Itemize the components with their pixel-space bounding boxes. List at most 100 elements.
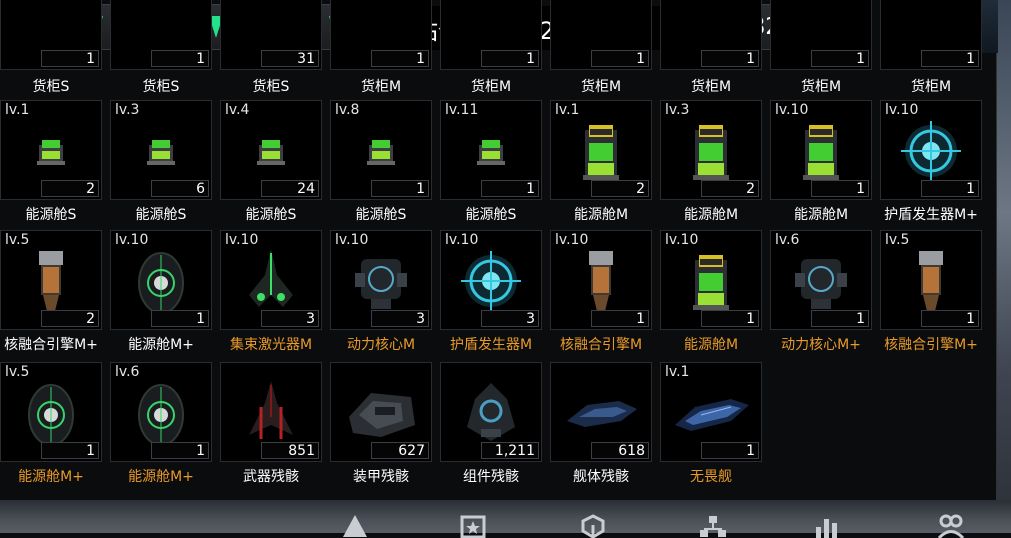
item-name: 货柜M [910, 79, 952, 95]
item-slot[interactable]: lv.1 1 [660, 362, 762, 462]
stats-icon[interactable] [812, 513, 842, 538]
item-count: 1 [701, 310, 759, 327]
item-count: 2 [591, 180, 649, 197]
item-name: 核融合引擎M+ [884, 337, 978, 353]
item-level: lv.8 [335, 102, 360, 118]
energy-pod-small-icon [37, 140, 65, 165]
item-name: 动力核心M [346, 337, 416, 353]
item-slot[interactable]: 1 [0, 0, 102, 70]
mission-icon[interactable] [458, 513, 488, 538]
item-slot[interactable]: 627 [330, 362, 432, 462]
item-count: 3 [261, 310, 319, 327]
item-count: 1 [151, 442, 209, 459]
item-level: lv.10 [775, 102, 809, 118]
weapon-debris-icon [249, 381, 293, 439]
item-name: 能源舱M+ [18, 469, 84, 485]
item-slot[interactable]: lv.10 1 [770, 100, 872, 200]
item-name: 能源舱M+ [128, 337, 194, 353]
item-slot[interactable]: 1 [110, 0, 212, 70]
energy-pod-plus-icon [138, 252, 184, 314]
item-name: 能源舱S [245, 207, 297, 223]
item-slot[interactable]: 1,211 [440, 362, 542, 462]
item-slot[interactable]: lv.5 1 [0, 362, 102, 462]
item-count: 627 [371, 442, 429, 459]
item-level: lv.5 [885, 232, 910, 248]
item-level: lv.1 [555, 102, 580, 118]
item-name: 能源舱S [465, 207, 517, 223]
item-slot[interactable]: 1 [330, 0, 432, 70]
hull-debris-icon [567, 401, 637, 427]
item-name: 货柜M [470, 79, 512, 95]
item-level: lv.1 [665, 364, 690, 380]
item-slot[interactable]: 1 [880, 0, 982, 70]
item-count: 1 [151, 50, 209, 67]
item-count: 1 [921, 180, 979, 197]
build-icon[interactable] [578, 513, 608, 538]
dreadnought-ship-icon [675, 399, 749, 431]
item-name: 能源舱M [793, 207, 849, 223]
shield-generator-icon [461, 251, 521, 311]
item-level: lv.6 [775, 232, 800, 248]
item-level: lv.10 [665, 232, 699, 248]
item-slot[interactable]: lv.1 2 [550, 100, 652, 200]
item-name: 核融合引擎M [559, 337, 643, 353]
item-slot[interactable]: lv.10 1 [880, 100, 982, 200]
item-slot[interactable]: lv.10 3 [220, 230, 322, 330]
item-slot[interactable]: lv.5 1 [880, 230, 982, 330]
item-name: 货柜S [32, 79, 70, 95]
item-slot[interactable]: lv.3 2 [660, 100, 762, 200]
item-slot[interactable]: lv.4 24 [220, 100, 322, 200]
item-count: 24 [261, 180, 319, 197]
item-slot[interactable]: 1 [770, 0, 872, 70]
tech-tree-icon[interactable] [698, 513, 728, 538]
energy-pod-plus-icon [28, 384, 74, 446]
item-name: 舰体残骸 [573, 469, 629, 485]
fusion-engine-icon [919, 251, 943, 311]
item-slot[interactable]: 618 [550, 362, 652, 462]
item-slot[interactable]: lv.6 1 [770, 230, 872, 330]
fusion-engine-icon [39, 251, 63, 311]
item-slot[interactable]: 1 [660, 0, 762, 70]
item-name: 货柜M [360, 79, 402, 95]
energy-pod-small-icon [367, 140, 395, 165]
energy-pod-small-icon [477, 140, 505, 165]
item-slot[interactable]: lv.5 2 [0, 230, 102, 330]
energy-pod-plus-icon [138, 384, 184, 446]
item-slot[interactable]: lv.6 1 [110, 362, 212, 462]
item-name: 组件残骸 [463, 469, 519, 485]
item-slot[interactable]: lv.10 1 [660, 230, 762, 330]
item-slot[interactable]: 1 [440, 0, 542, 70]
item-count: 1 [591, 310, 649, 327]
item-name: 能源舱M [683, 337, 739, 353]
component-debris-icon [467, 383, 515, 441]
item-count: 1 [481, 180, 539, 197]
item-level: lv.10 [555, 232, 589, 248]
item-slot[interactable]: lv.10 3 [330, 230, 432, 330]
fleet-icon[interactable] [340, 513, 370, 538]
item-slot[interactable]: 851 [220, 362, 322, 462]
alliance-icon[interactable] [936, 513, 966, 538]
item-level: lv.6 [115, 364, 140, 380]
item-name: 货柜M [580, 79, 622, 95]
item-slot[interactable]: lv.10 1 [550, 230, 652, 330]
item-count: 851 [261, 442, 319, 459]
energy-pod-small-icon [257, 140, 285, 165]
item-count: 1 [371, 50, 429, 67]
power-core-icon [795, 259, 847, 309]
item-level: lv.10 [445, 232, 479, 248]
item-count: 1 [41, 50, 99, 67]
item-count: 6 [151, 180, 209, 197]
item-slot[interactable]: lv.3 6 [110, 100, 212, 200]
item-slot[interactable]: lv.10 1 [110, 230, 212, 330]
item-slot[interactable]: lv.10 3 [440, 230, 542, 330]
item-name: 核融合引擎M+ [4, 337, 98, 353]
item-name: 无畏舰 [690, 469, 732, 485]
item-name: 货柜S [142, 79, 180, 95]
item-slot[interactable]: lv.8 1 [330, 100, 432, 200]
item-slot[interactable]: 31 [220, 0, 322, 70]
item-name: 集束激光器M [229, 337, 313, 353]
item-slot[interactable]: 1 [550, 0, 652, 70]
item-count: 1 [371, 180, 429, 197]
item-slot[interactable]: lv.1 2 [0, 100, 102, 200]
item-slot[interactable]: lv.11 1 [440, 100, 542, 200]
